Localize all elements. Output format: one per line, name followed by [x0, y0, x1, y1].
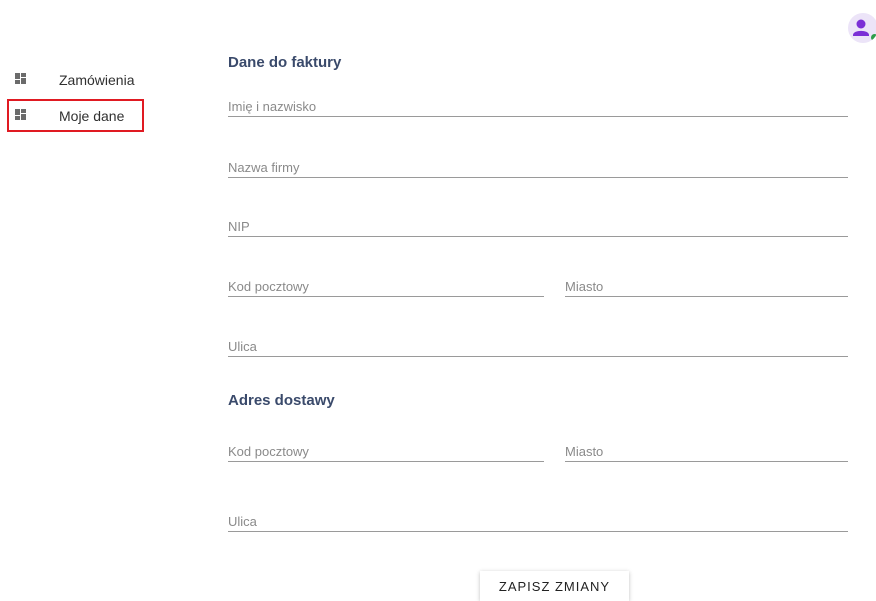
shipping-postal-code-input[interactable]	[228, 441, 544, 461]
company-name-field	[228, 157, 848, 178]
sidebar-item-moje-dane[interactable]: Moje dane	[0, 98, 160, 134]
invoice-city-field	[565, 276, 848, 297]
shipping-city-input[interactable]	[565, 441, 848, 461]
invoice-city-input[interactable]	[565, 276, 848, 296]
nip-field	[228, 216, 848, 237]
shipping-section-title: Adres dostawy	[228, 392, 335, 409]
full-name-input[interactable]	[228, 96, 848, 116]
full-name-field	[228, 96, 848, 117]
sidebar-item-label: Moje dane	[59, 108, 125, 124]
shipping-street-input[interactable]	[228, 511, 848, 531]
sidebar: Zamówienia Moje dane	[0, 62, 160, 134]
dashboard-icon	[15, 73, 26, 84]
sidebar-item-zamowienia[interactable]: Zamówienia	[0, 62, 160, 98]
dashboard-icon	[15, 109, 26, 120]
company-name-input[interactable]	[228, 157, 848, 177]
avatar[interactable]	[848, 13, 876, 43]
shipping-street-field	[228, 511, 848, 532]
invoice-street-field	[228, 336, 848, 357]
sidebar-item-label: Zamówienia	[59, 72, 135, 88]
invoice-street-input[interactable]	[228, 336, 848, 356]
status-badge	[871, 34, 876, 41]
nip-input[interactable]	[228, 216, 848, 236]
shipping-postal-code-field	[228, 441, 544, 462]
invoice-section-title: Dane do faktury	[228, 54, 342, 71]
invoice-postal-code-field	[228, 276, 544, 297]
shipping-city-field	[565, 441, 848, 462]
invoice-postal-code-input[interactable]	[228, 276, 544, 296]
save-button[interactable]: ZAPISZ ZMIANY	[480, 571, 629, 601]
